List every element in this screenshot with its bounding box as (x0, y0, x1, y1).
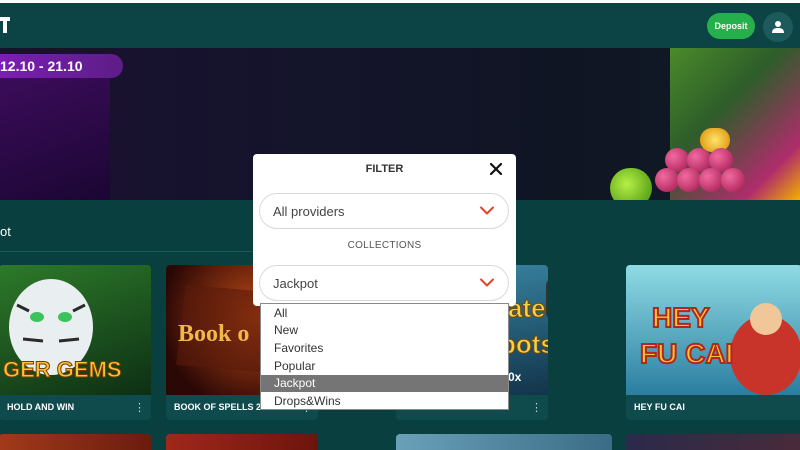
dropdown-option-favorites[interactable]: Favorites (261, 340, 508, 357)
game-tile-partial[interactable] (626, 434, 800, 450)
providers-select[interactable]: All providers (259, 193, 509, 229)
svg-text:FU CAI: FU CAI (640, 338, 733, 369)
game-name: HEY FU CAI (634, 402, 685, 412)
dropdown-option-drops-wins[interactable]: Drops&Wins (261, 393, 508, 410)
section-divider (0, 251, 252, 252)
game-thumbnail: GER GEMS (0, 265, 151, 395)
logo[interactable] (0, 17, 12, 35)
providers-select-value: All providers (273, 204, 345, 219)
collections-select-value: Jackpot (273, 276, 318, 291)
more-options-icon[interactable]: ⋮ (134, 401, 145, 414)
dropdown-option-jackpot[interactable]: Jackpot (261, 375, 508, 392)
game-art-title: GER GEMS (3, 357, 122, 382)
game-tile[interactable]: HEY FU CAI HEY FU CAI (626, 265, 800, 420)
close-button[interactable] (485, 158, 507, 180)
dropdown-option-new[interactable]: New (261, 322, 508, 339)
game-thumbnail: HEY FU CAI (626, 265, 800, 395)
lime-decoration (610, 168, 652, 200)
top-bar: Deposit (0, 0, 800, 48)
deposit-button[interactable]: Deposit (707, 13, 755, 39)
game-tile-partial[interactable] (166, 434, 318, 450)
collections-select[interactable]: Jackpot (259, 265, 509, 301)
game-tile[interactable]: GER GEMS HOLD AND WIN ⋮ (0, 265, 151, 420)
user-icon (772, 21, 784, 33)
dropdown-option-all[interactable]: All (261, 305, 508, 322)
collections-dropdown-list: All New Favorites Popular Jackpot Drops&… (260, 303, 509, 410)
section-title: ot (0, 224, 11, 239)
filter-modal: FILTER All providers COLLECTIONS Jackpot (253, 154, 516, 306)
game-tile-partial[interactable] (0, 434, 151, 450)
chevron-down-icon (480, 278, 494, 287)
modal-title: FILTER (365, 163, 404, 175)
close-icon (490, 163, 502, 175)
user-account-button[interactable] (763, 12, 793, 42)
more-options-icon[interactable]: ⋮ (531, 401, 542, 414)
game-name: HOLD AND WIN (7, 402, 75, 412)
promo-date-badge: 12.10 - 21.10 (0, 54, 123, 78)
svg-text:0x: 0x (508, 370, 522, 384)
svg-text:HEY: HEY (652, 302, 710, 333)
dropdown-option-popular[interactable]: Popular (261, 358, 508, 375)
game-art-title: Book o (178, 321, 249, 347)
collections-label: COLLECTIONS (347, 240, 422, 251)
grapes-decoration (655, 148, 755, 200)
chevron-down-icon (480, 206, 494, 215)
banner-left-artwork (0, 78, 110, 200)
game-name: BOOK OF SPELLS 2 (174, 402, 262, 412)
game-tile-partial[interactable] (396, 434, 612, 450)
